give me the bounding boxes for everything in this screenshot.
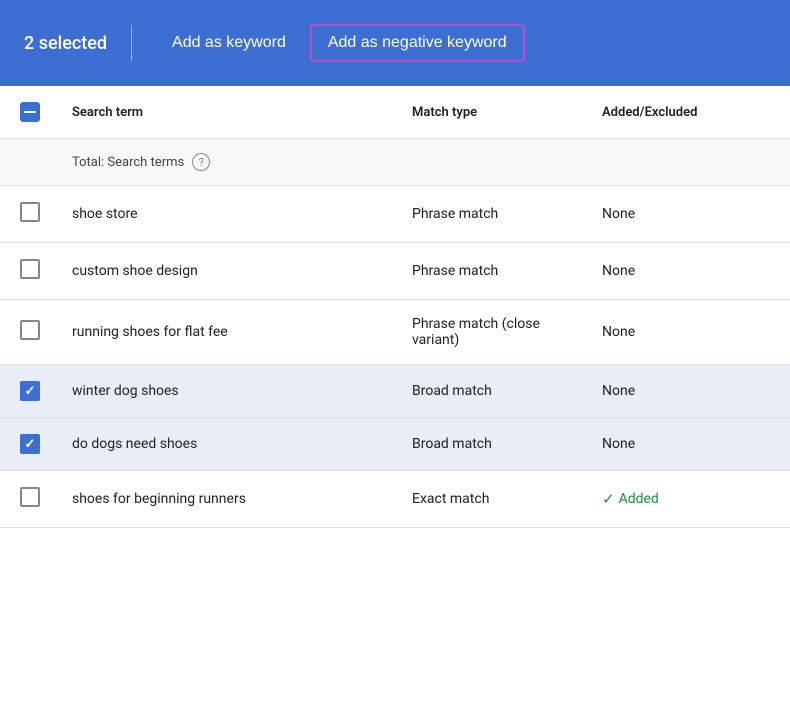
table-row: shoe storePhrase matchNone <box>0 186 790 243</box>
total-label-text: Total: Search terms <box>72 155 184 170</box>
search-terms-table: Search term Match type Added/Excluded To… <box>0 86 790 528</box>
added-status: ✓Added <box>602 490 778 508</box>
status-cell: None <box>590 243 790 300</box>
table-row: ✓ do dogs need shoesBroad matchNone <box>0 418 790 471</box>
checkmark-icon: ✓ <box>25 385 36 398</box>
checkbox-cell-5[interactable] <box>0 471 60 528</box>
table-row: ✓ winter dog shoesBroad matchNone <box>0 365 790 418</box>
match-type-cell: Exact match <box>400 471 590 528</box>
checkbox-cell-2[interactable] <box>0 300 60 365</box>
term-cell: do dogs need shoes <box>60 418 400 471</box>
status-cell: None <box>590 300 790 365</box>
add-keyword-button[interactable]: Add as keyword <box>156 26 302 60</box>
total-row: Total: Search terms ? <box>0 139 790 186</box>
checkbox-cell-3[interactable]: ✓ <box>0 365 60 418</box>
table-row: custom shoe designPhrase matchNone <box>0 243 790 300</box>
total-match-cell <box>400 139 590 186</box>
term-cell: shoe store <box>60 186 400 243</box>
status-cell: ✓Added <box>590 471 790 528</box>
checkbox-empty[interactable] <box>20 487 40 507</box>
table-row: running shoes for flat feePhrase match (… <box>0 300 790 365</box>
added-label: Added <box>619 491 659 507</box>
checkbox-empty[interactable] <box>20 202 40 222</box>
header-divider <box>131 25 132 61</box>
match-type-header: Match type <box>400 86 590 139</box>
term-cell: shoes for beginning runners <box>60 471 400 528</box>
table-header-row: Search term Match type Added/Excluded <box>0 86 790 139</box>
checkmark-icon: ✓ <box>25 438 36 451</box>
added-excluded-header: Added/Excluded <box>590 86 790 139</box>
checkbox-checked[interactable]: ✓ <box>20 434 40 454</box>
selected-count: 2 selected <box>24 33 131 54</box>
match-type-cell: Phrase match <box>400 243 590 300</box>
term-cell: winter dog shoes <box>60 365 400 418</box>
select-all-checkbox[interactable] <box>20 102 40 122</box>
help-icon[interactable]: ? <box>192 153 210 171</box>
match-type-cell: Broad match <box>400 418 590 471</box>
term-cell: running shoes for flat fee <box>60 300 400 365</box>
match-type-cell: Phrase match (close variant) <box>400 300 590 365</box>
status-cell: None <box>590 186 790 243</box>
status-cell: None <box>590 418 790 471</box>
match-type-cell: Broad match <box>400 365 590 418</box>
total-status-cell <box>590 139 790 186</box>
term-cell: custom shoe design <box>60 243 400 300</box>
header-bar: 2 selected Add as keyword Add as negativ… <box>0 0 790 86</box>
checkbox-checked[interactable]: ✓ <box>20 381 40 401</box>
search-term-header: Search term <box>60 86 400 139</box>
checkbox-header-cell[interactable] <box>0 86 60 139</box>
minus-icon <box>24 111 36 114</box>
check-icon: ✓ <box>602 490 615 508</box>
checkbox-cell-4[interactable]: ✓ <box>0 418 60 471</box>
add-negative-keyword-button[interactable]: Add as negative keyword <box>310 24 525 62</box>
checkbox-empty[interactable] <box>20 320 40 340</box>
checkbox-cell-1[interactable] <box>0 243 60 300</box>
status-cell: None <box>590 365 790 418</box>
checkbox-cell-0[interactable] <box>0 186 60 243</box>
checkbox-empty[interactable] <box>20 259 40 279</box>
match-type-cell: Phrase match <box>400 186 590 243</box>
table-row: shoes for beginning runnersExact match ✓A… <box>0 471 790 528</box>
total-label-cell: Total: Search terms ? <box>60 139 400 186</box>
total-checkbox-cell <box>0 139 60 186</box>
